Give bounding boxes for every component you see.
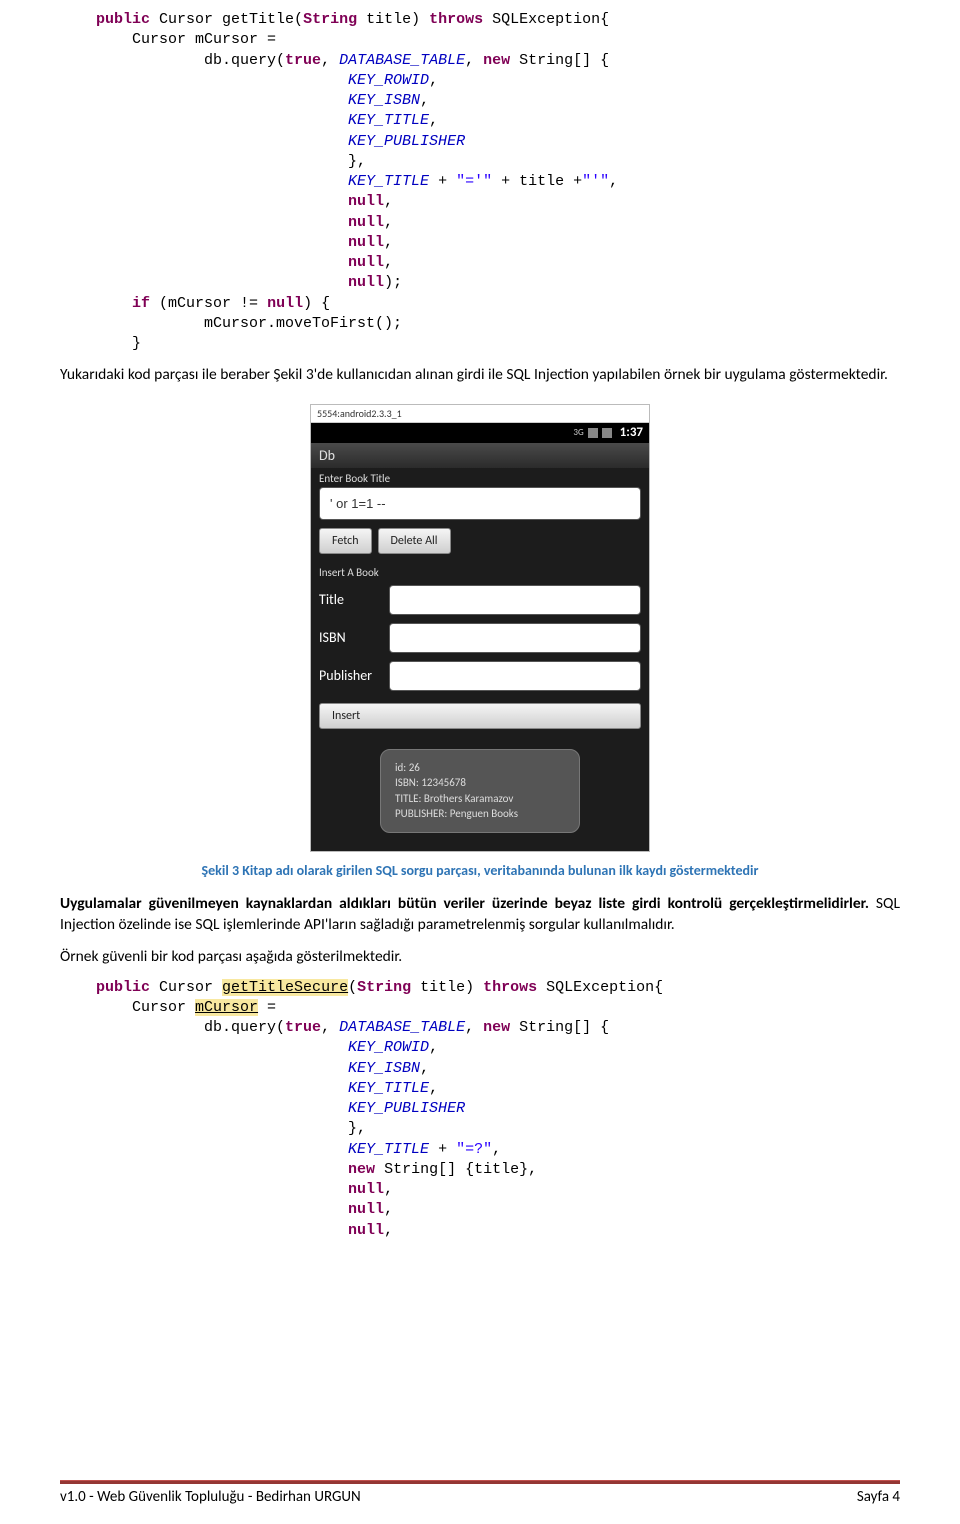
footer-left: v1.0 - Web Güvenlik Topluluğu - Bedirhan…	[60, 1488, 361, 1506]
emulator-window-title: 5554:android2.3.3_1	[311, 405, 649, 423]
isbn-input[interactable]	[389, 623, 641, 653]
toast-line-publisher: PUBLISHER: Penguen Books	[395, 806, 565, 821]
kw-public: public	[96, 11, 150, 28]
book-title-input[interactable]: ' or 1=1 --	[319, 487, 641, 520]
code-block-1: public Cursor getTitle(String title) thr…	[60, 10, 900, 354]
status-3g-icon: 3G	[573, 427, 583, 438]
toast-line-id: id: 26	[395, 760, 565, 775]
toast-message: id: 26 ISBN: 12345678 TITLE: Brothers Ka…	[380, 749, 580, 833]
warn-method: getTitleSecure	[222, 979, 348, 996]
code-block-2: public Cursor getTitleSecure(String titl…	[60, 978, 900, 1241]
publisher-label: Publisher	[319, 667, 381, 684]
footer-divider	[60, 1480, 900, 1484]
emulator-window: 5554:android2.3.3_1 3G 1:37 Db Enter Boo…	[310, 404, 650, 852]
paragraph-1: Yukarıdaki kod parçası ile beraber Şekil…	[60, 364, 900, 386]
toast-line-title: TITLE: Brothers Karamazov	[395, 791, 565, 806]
delete-all-button[interactable]: Delete All	[378, 528, 451, 554]
title-label: Title	[319, 591, 381, 608]
paragraph-3: Örnek güvenli bir kod parçası aşağıda gö…	[60, 946, 900, 968]
page-footer: v1.0 - Web Güvenlik Topluluğu - Bedirhan…	[60, 1480, 900, 1506]
toast-line-isbn: ISBN: 12345678	[395, 775, 565, 790]
enter-book-title-label: Enter Book Title	[311, 468, 649, 487]
emulator-screen: 3G 1:37 Db Enter Book Title ' or 1=1 -- …	[311, 423, 649, 851]
app-title: Db	[311, 443, 649, 468]
publisher-input[interactable]	[389, 661, 641, 691]
fetch-button[interactable]: Fetch	[319, 528, 372, 554]
kw-throws: throws	[429, 11, 483, 28]
footer-right: Sayfa 4	[857, 1488, 900, 1506]
kw-string: String	[303, 11, 357, 28]
signal-icon	[588, 428, 598, 438]
paragraph-2-bold: Uygulamalar güvenilmeyen kaynaklardan al…	[60, 894, 869, 913]
battery-icon	[602, 428, 612, 438]
insert-button[interactable]: Insert	[319, 703, 641, 729]
figure-caption: Şekil 3 Kitap adı olarak girilen SQL sor…	[60, 862, 900, 879]
title-input[interactable]	[389, 585, 641, 615]
status-bar: 3G 1:37	[311, 423, 649, 443]
status-time: 1:37	[620, 425, 643, 440]
insert-a-book-label: Insert A Book	[311, 562, 649, 581]
warn-var: mCursor	[195, 999, 258, 1016]
isbn-label: ISBN	[319, 629, 381, 646]
paragraph-2: Uygulamalar güvenilmeyen kaynaklardan al…	[60, 893, 900, 936]
